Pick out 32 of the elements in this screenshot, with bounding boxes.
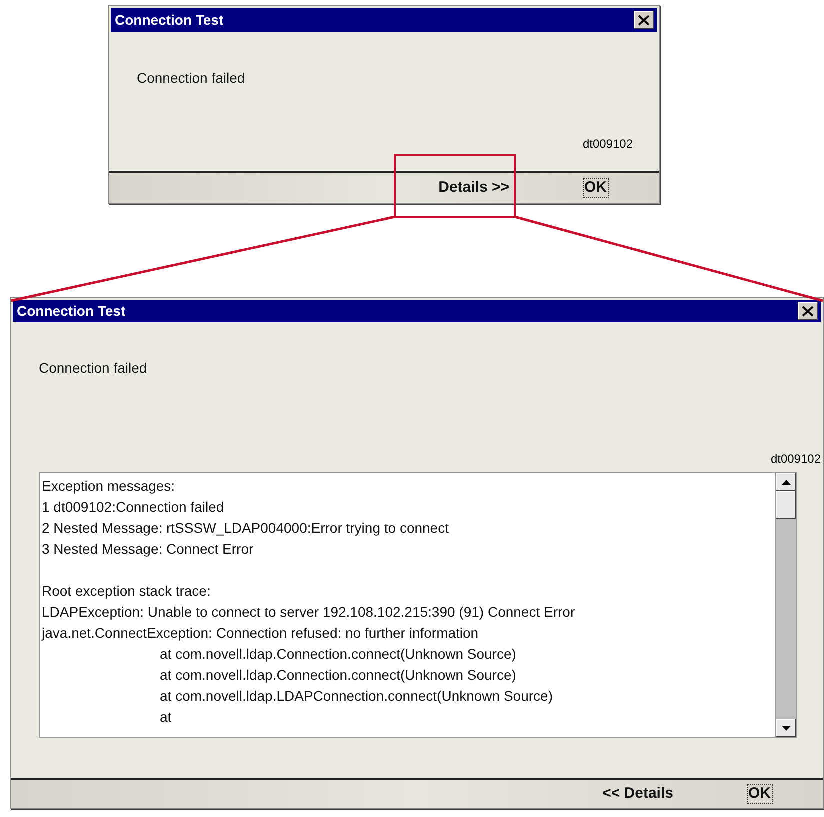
scroll-up-button[interactable]	[776, 473, 796, 492]
scroll-down-button[interactable]	[776, 719, 796, 738]
close-icon	[638, 14, 650, 26]
window-title: Connection Test	[17, 303, 126, 320]
details-line: at com.novell.ldap.LDAPConnection.connect(Unknown Source)	[160, 687, 553, 706]
error-code: dt009102	[770, 452, 821, 466]
down-arrow-icon	[782, 726, 790, 731]
details-line: at	[160, 708, 172, 728]
scrollbar[interactable]	[775, 473, 796, 738]
message-text: Connection failed	[39, 360, 148, 376]
error-code: dt009102	[582, 137, 633, 151]
details-line: at com.novell.ldap.Connection.connect(Unknown Source)	[160, 666, 516, 686]
details-line: 2 Nested Message: rtSSSW_LDAP004000:Error trying to connect	[42, 519, 449, 538]
details-line: Exception messages:	[42, 477, 176, 496]
close-button[interactable]	[634, 11, 654, 29]
details-button[interactable]: Details >>	[438, 179, 510, 197]
details-line: 1 dt009102:Connection failed	[42, 498, 224, 518]
details-line: java.net.ConnectException: Connection refused: no further information	[42, 624, 479, 644]
close-button[interactable]	[798, 302, 818, 320]
details-line: Root exception stack trace:	[42, 582, 211, 602]
scroll-thumb[interactable]	[776, 491, 796, 520]
details-button[interactable]: << Details	[602, 785, 674, 804]
details-line: 3 Nested Message: Connect Error	[42, 540, 254, 560]
window-title: Connection Test	[115, 12, 224, 28]
ok-button[interactable]: OK	[582, 178, 609, 198]
details-line: at com.novell.ldap.Connection.connect(Unknown Source)	[160, 645, 516, 664]
details-line: LDAPException: Unable to connect to server 192.108.102.215:390 (91) Connect Error	[42, 603, 576, 622]
ok-button[interactable]: OK	[746, 784, 773, 804]
up-arrow-icon	[782, 480, 790, 485]
message-text: Connection failed	[137, 70, 246, 86]
close-icon	[802, 306, 814, 317]
details-text-area[interactable]	[39, 472, 797, 738]
